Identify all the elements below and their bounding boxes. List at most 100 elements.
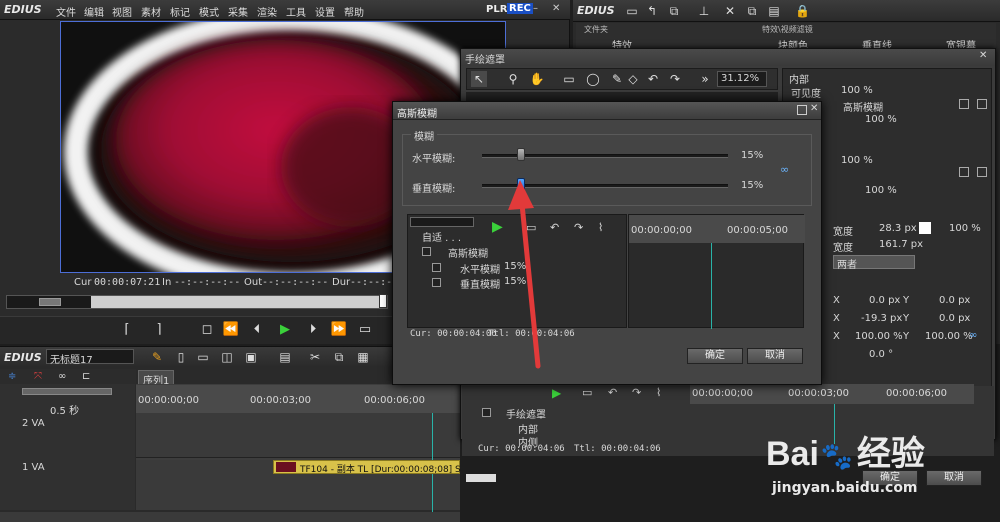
redo-icon[interactable]: ↷ — [667, 71, 683, 87]
gauss-tree-check-0[interactable] — [422, 247, 431, 256]
hand-mask-ruler[interactable]: 00:00:00;00 00:00:03;00 00:00:06;00 — [690, 384, 974, 404]
paste-icon[interactable]: ▤ — [767, 4, 781, 18]
pos-y-value[interactable]: 0.0 px — [939, 295, 970, 306]
link-icon[interactable]: ∞ — [58, 371, 66, 382]
scale-x-value[interactable]: 100.00 % — [855, 331, 903, 342]
border-color-swatch[interactable] — [919, 222, 931, 234]
outer-value-1[interactable]: 100 % — [841, 155, 873, 166]
menu-mode[interactable]: 模式 — [199, 4, 219, 19]
hm-tree-check[interactable] — [482, 408, 491, 417]
stop-icon[interactable]: ◻ — [198, 321, 216, 339]
gauss-ok-button[interactable]: 确定 — [687, 348, 743, 364]
set-out-icon[interactable]: ⌉ — [150, 321, 168, 339]
new-sequence-icon[interactable]: ▯ — [174, 350, 188, 364]
filter-value[interactable]: 100 % — [865, 114, 897, 125]
minimize-icon[interactable]: – — [533, 3, 538, 14]
soft-width-value[interactable]: 161.7 px — [879, 239, 923, 250]
capture-icon[interactable]: ◫ — [220, 350, 234, 364]
gauss-graph-icon[interactable]: ⌇ — [598, 221, 612, 235]
edge-mode-dropdown[interactable]: 两者 — [833, 255, 915, 271]
mode-icon[interactable]: ✎ — [150, 350, 164, 364]
anchor-tool-icon[interactable]: ◇ — [625, 71, 641, 87]
folder-icon[interactable]: ▭ — [625, 4, 639, 18]
up-icon[interactable]: ↰ — [645, 4, 659, 18]
maximize-icon[interactable] — [797, 105, 807, 115]
zoom-slider[interactable] — [22, 388, 112, 395]
cut-icon[interactable]: ✂ — [308, 350, 322, 364]
width-percent[interactable]: 100 % — [949, 223, 981, 234]
menu-tools[interactable]: 工具 — [286, 4, 306, 19]
ripple-icon[interactable]: ⤧ — [34, 371, 42, 382]
tree-icon[interactable]: ⧉ — [667, 4, 681, 18]
more-icon[interactable]: » — [697, 71, 713, 87]
scrub-zoom-handle[interactable] — [39, 298, 61, 306]
filter-reset-icon[interactable] — [977, 99, 987, 109]
rec-toggle[interactable]: REC — [507, 3, 533, 14]
width-value[interactable]: 28.3 px — [879, 223, 917, 234]
timeline-scrollbar[interactable] — [0, 512, 460, 522]
hm-loop-icon[interactable]: ▭ — [582, 386, 596, 400]
scrub-playhead[interactable] — [379, 294, 387, 308]
sync-icon[interactable]: ⊏ — [82, 371, 90, 382]
save-icon[interactable]: ▤ — [278, 350, 292, 364]
step-forward-icon[interactable]: ⏵ — [304, 321, 322, 339]
anchor-y-value[interactable]: 0.0 px — [939, 313, 970, 324]
gauss-cursor[interactable] — [711, 243, 712, 329]
undo-icon[interactable]: ↶ — [645, 71, 661, 87]
tree-zoom-slider[interactable] — [410, 217, 474, 227]
hm-view-toggle[interactable] — [466, 474, 496, 482]
hand-tool-icon[interactable]: ✋ — [529, 71, 545, 87]
menu-settings[interactable]: 设置 — [315, 4, 335, 19]
hm-play-icon[interactable]: ▶ — [552, 386, 566, 400]
rotation-value[interactable]: 0.0 ° — [869, 349, 893, 360]
project-name[interactable]: 无标题17 — [46, 349, 134, 366]
loop-icon[interactable]: ▭ — [356, 321, 374, 339]
gauss-tree-root[interactable]: 高斯模糊 — [448, 245, 488, 260]
select-tool-icon[interactable]: ↖ — [471, 71, 487, 87]
outer-settings-icon[interactable] — [959, 167, 969, 177]
outer-value-2[interactable]: 100 % — [865, 185, 897, 196]
gauss-tree-check-1[interactable] — [432, 263, 441, 272]
open-icon[interactable]: ▭ — [196, 350, 210, 364]
lock-icon[interactable]: 🔒 — [795, 4, 810, 18]
hm-graph-icon[interactable]: ⌇ — [656, 386, 670, 400]
link-icon[interactable]: ∞ — [780, 164, 794, 175]
gauss-tree-hblur[interactable]: 水平模糊 — [460, 261, 500, 276]
filter-settings-icon[interactable] — [959, 99, 969, 109]
hand-mask-titlebar[interactable]: 手绘遮罩 ✕ — [461, 49, 995, 66]
zoom-level[interactable]: 0.5 秒 — [50, 402, 79, 417]
menu-render[interactable]: 渲染 — [257, 4, 277, 19]
gauss-cancel-button[interactable]: 取消 — [747, 348, 803, 364]
horizontal-blur-thumb[interactable] — [517, 148, 526, 161]
mixer-icon[interactable]: ≑ — [8, 371, 16, 382]
delete-icon[interactable]: ✕ — [723, 4, 737, 18]
preset-select[interactable]: 自适 . . . — [422, 229, 461, 244]
scale-y-value[interactable]: 100.00 % — [925, 331, 973, 342]
gauss-tree-check-2[interactable] — [432, 278, 441, 287]
hm-redo-icon[interactable]: ↷ — [632, 386, 646, 400]
copy-clip-icon[interactable]: ⧉ — [332, 350, 346, 364]
anchor-x-value[interactable]: -19.3 px — [861, 313, 902, 324]
hm-undo-icon[interactable]: ↶ — [608, 386, 622, 400]
vertical-blur-value[interactable]: 15% — [741, 180, 763, 191]
hand-mask-close-icon[interactable]: ✕ — [979, 50, 987, 61]
gauss-tree-vblur[interactable]: 垂直模糊 — [460, 276, 500, 291]
gaussian-keyframe-timeline[interactable]: 00:00:00;00 00:00:05;00 — [628, 214, 805, 329]
timeline-ruler[interactable]: 00:00:00;00 00:00:03;00 00:00:06;00 — [136, 385, 460, 413]
rectangle-tool-icon[interactable]: ▭ — [561, 71, 577, 87]
gauss-redo-icon[interactable]: ↷ — [574, 221, 588, 235]
timeline-clip[interactable]: TF104 - 副本 TL [Dur:00:00:08;08] S — [273, 460, 461, 475]
zoom-select[interactable]: 31.12% — [717, 71, 767, 87]
render-icon[interactable]: ▣ — [244, 350, 258, 364]
play-icon[interactable]: ▶ — [276, 321, 294, 339]
fast-forward-icon[interactable]: ⏩ — [330, 321, 348, 339]
set-in-icon[interactable]: ⌈ — [118, 321, 136, 339]
paste-clip-icon[interactable]: ▦ — [356, 350, 370, 364]
menu-file[interactable]: 文件 — [56, 4, 76, 19]
close-icon[interactable]: ✕ — [552, 3, 560, 14]
track-2-lane[interactable] — [136, 410, 460, 458]
menu-edit[interactable]: 编辑 — [84, 4, 104, 19]
horizontal-blur-value[interactable]: 15% — [741, 150, 763, 161]
step-back-icon[interactable]: ⏴ — [248, 321, 266, 339]
menu-capture[interactable]: 采集 — [228, 4, 248, 19]
